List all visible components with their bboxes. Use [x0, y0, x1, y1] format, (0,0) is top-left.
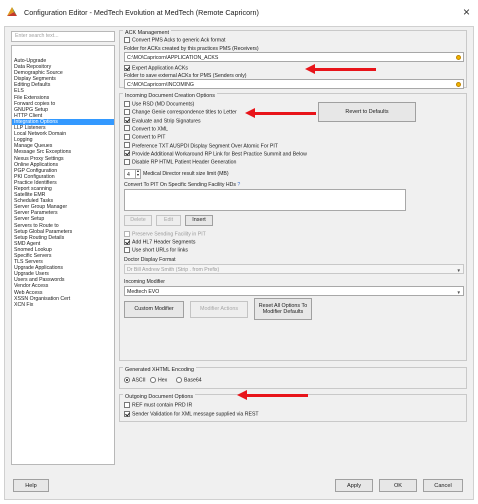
ok-button[interactable]: OK	[379, 479, 417, 492]
search-input[interactable]: Enter search text...	[11, 31, 115, 42]
app-logo-icon	[7, 7, 17, 16]
incoming-option-checkbox[interactable]: Convert to XML	[124, 125, 168, 132]
external-acks-field[interactable]: C:\MO\Capricorn\INCOMING	[124, 79, 464, 89]
incoming-option-checkbox[interactable]: Disable RP HTML Patient Header Generatio…	[124, 158, 236, 165]
folder-browse-icon[interactable]	[456, 55, 461, 60]
incoming-modifier-label: Incoming Modifier	[124, 279, 165, 285]
xhtml-encoding-group: Generated XHTML Encoding ASCII Hex Base64	[119, 367, 467, 389]
help-button[interactable]: Help	[13, 479, 49, 492]
revert-to-defaults-button[interactable]: Revert to Defaults	[318, 102, 416, 122]
outgoing-options-group: Outgoing Document Options REF must conta…	[119, 394, 467, 422]
annotation-arrow-icon	[245, 108, 316, 118]
incoming-option-checkbox[interactable]: Preference TXT AUSPDI Display Segment Ov…	[124, 142, 278, 149]
short-urls-checkbox[interactable]: Use short URLs for links	[124, 246, 188, 253]
help-icon[interactable]: ?	[237, 182, 240, 188]
incoming-option-checkbox[interactable]: Use RSD (MD Documents)	[124, 100, 194, 107]
reset-modifier-defaults-button[interactable]: Reset All Options To Modifier Defaults	[254, 298, 312, 320]
incoming-options-group: Incoming Document Creation Options Use R…	[119, 93, 467, 361]
chevron-down-icon: ▼	[456, 267, 461, 273]
encoding-radio-ascii[interactable]: ASCII	[124, 376, 146, 383]
incoming-option-checkbox[interactable]: Provide Additional Workaround RP Link fo…	[124, 150, 307, 157]
ack-management-group: ACK Management Convert PMS Acks to gener…	[119, 30, 467, 89]
doctor-format-select[interactable]: Dr Bill Andrew Smith (Strip . from Prefi…	[124, 264, 464, 274]
medical-director-label: Medical Director result size limit (MB)	[143, 171, 229, 177]
doctor-format-label: Doctor Display Format	[124, 257, 176, 263]
convert-pit-label: Convert To PIT On Specific Sending Facil…	[124, 182, 241, 188]
medical-director-size-field[interactable]: 4 ▲ ▼	[124, 169, 141, 179]
incoming-option-checkbox[interactable]: Convert to PIT	[124, 133, 165, 141]
incoming-option-checkbox[interactable]: Change Genie correspondence titles to Le…	[124, 108, 237, 116]
group-title: Incoming Document Creation Options	[123, 93, 217, 99]
folder-browse-icon[interactable]	[456, 82, 461, 87]
group-title: Generated XHTML Encoding	[123, 367, 197, 373]
sidebar-nav-list: Auto-Upgrade Data Repository Demographic S…	[11, 45, 115, 465]
group-title: Outgoing Document Options	[123, 394, 196, 400]
title-bar: Configuration Editor - MedTech Evolution…	[0, 0, 478, 26]
add-hl7-header-checkbox[interactable]: Add HL7 Header Segments	[124, 238, 195, 245]
encoding-radio-base64[interactable]: Base64	[176, 376, 202, 383]
encoding-radio-hex[interactable]: Hex	[150, 376, 167, 383]
cancel-button[interactable]: Cancel	[423, 479, 463, 492]
insert-button[interactable]: Insert	[185, 215, 213, 226]
edit-button[interactable]: Edit	[156, 215, 181, 226]
delete-button[interactable]: Delete	[124, 215, 152, 226]
custom-modifier-button[interactable]: Custom Modifier	[124, 301, 184, 318]
window-title: Configuration Editor - MedTech Evolution…	[24, 8, 259, 17]
incoming-option-checkbox[interactable]: Evaluate and Strip Signatures	[124, 117, 201, 124]
spinner-arrows-icon[interactable]: ▲ ▼	[135, 169, 140, 179]
preserve-sending-facility-checkbox[interactable]: Preserve Sending Facility in PIT	[124, 230, 206, 237]
outgoing-option-checkbox[interactable]: Sender Validation for XML message suppli…	[124, 410, 259, 417]
sending-facility-list[interactable]	[124, 189, 406, 211]
annotation-arrow-icon	[237, 390, 308, 400]
modifier-actions-button[interactable]: Modifier Actions	[190, 301, 248, 318]
convert-pms-acks-checkbox[interactable]: Convert PMS Acks to generic Ack format	[124, 36, 225, 43]
expert-acks-checkbox[interactable]: Expert Application ACKs	[124, 64, 188, 71]
outgoing-option-checkbox[interactable]: REF must contain PRD IR	[124, 401, 192, 408]
annotation-arrow-icon	[305, 64, 376, 74]
config-window: Enter search text... Auto-Upgrade Data Re…	[4, 26, 474, 500]
apply-button[interactable]: Apply	[335, 479, 373, 492]
chevron-down-icon: ▼	[456, 289, 461, 295]
group-title: ACK Management	[123, 30, 172, 36]
close-icon[interactable]: ×	[463, 5, 470, 19]
ack-folder-field[interactable]: C:\MO\Capricorn\APPLICATION_ACKS	[124, 52, 464, 62]
incoming-modifier-select[interactable]: Medtech EVO ▼	[124, 286, 464, 296]
sidebar-item[interactable]: XCN Fix	[12, 302, 114, 308]
